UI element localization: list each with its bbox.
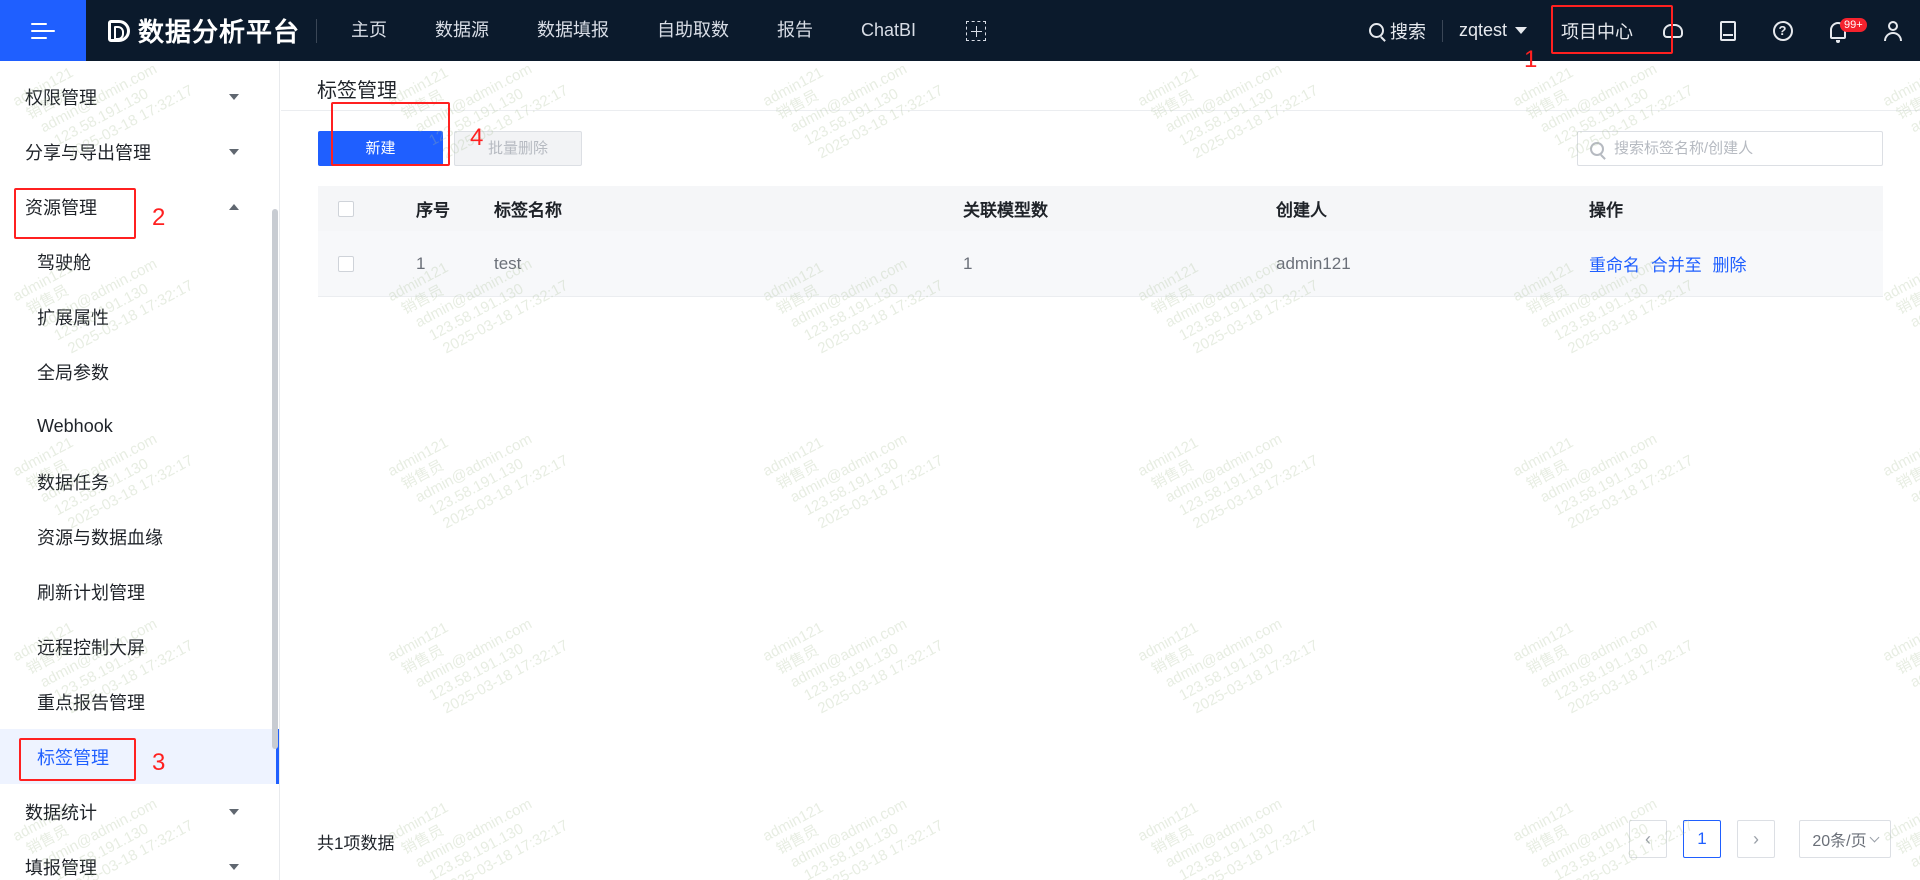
sidebar-item-refresh-plans[interactable]: 刷新计划管理 [0,564,279,619]
pagination: ‹ 1 › 20条/页 [1629,820,1891,858]
notification-button[interactable]: 99+ [1810,0,1867,61]
select-all-checkbox[interactable] [338,200,354,217]
page-title: 标签管理 [317,80,397,102]
total-count: 共1项数据 [317,834,395,853]
row-index: 1 [416,253,426,273]
sidebar-group-label: 填报管理 [25,857,97,878]
hamburger-icon [31,21,55,41]
caret-down-icon [229,148,239,155]
row-select-cell [318,255,416,272]
annotation-number-2: 2 [152,204,166,231]
page-number-button[interactable]: 1 [1683,820,1721,858]
annotation-box-project-center [1551,5,1673,54]
sidebar-item-webhook[interactable]: Webhook [0,399,279,454]
sidebar-item-cockpit[interactable]: 驾驶舱 [0,234,279,289]
next-page-button[interactable]: › [1737,820,1775,858]
sidebar-group-fill-management[interactable]: 填报管理 [0,839,279,880]
sidebar-scrollbar[interactable] [272,209,278,749]
sidebar-item-data-tasks[interactable]: 数据任务 [0,454,279,509]
annotation-number-4: 4 [470,124,484,151]
nav-home[interactable]: 主页 [327,0,411,61]
column-header-name[interactable]: 标签名称 [494,196,963,221]
sidebar-group-share-export[interactable]: 分享与导出管理 [0,124,279,179]
add-tab-icon[interactable] [966,20,987,41]
tag-table: 序号 标签名称 关联模型数 创建人 操作 1 test 1 admin121 重… [318,186,1883,297]
sidebar-group-label: 权限管理 [25,87,97,108]
main-content: 标签管理 新建 批量删除 序号 标签名称 关联模型数 创建人 操作 1 test… [281,61,1920,880]
help-icon: ? [1772,20,1793,41]
row-model-count: 1 [963,253,973,273]
user-icon [1883,20,1902,41]
select-all-cell [318,200,416,217]
help-button[interactable]: ? [1755,0,1810,61]
row-creator: admin121 [1276,253,1351,273]
annotation-box-tag-management [19,738,136,781]
merge-link[interactable]: 合并至 [1651,256,1702,275]
logo-icon [108,19,130,42]
rename-link[interactable]: 重命名 [1589,256,1640,275]
search-icon [1368,23,1384,38]
sidebar-group-label: 分享与导出管理 [25,142,151,163]
row-tag-name: test [494,253,522,273]
column-header-actions: 操作 [1589,201,1623,220]
page-size-select[interactable]: 20条/页 [1799,820,1891,858]
annotation-number-1: 1 [1524,46,1538,73]
book-icon [1719,20,1736,41]
docs-button[interactable] [1700,0,1755,61]
caret-down-icon [229,93,239,100]
sidebar-item-lineage[interactable]: 资源与数据血缘 [0,509,279,564]
logo[interactable]: 数据分析平台 [86,17,327,47]
delete-link[interactable]: 删除 [1712,256,1746,275]
chevron-down-icon [1869,832,1880,842]
tag-search-input[interactable] [1614,140,1874,157]
user-name: zqtest [1458,20,1507,40]
sidebar-item-key-reports[interactable]: 重点报告管理 [0,674,279,729]
page-size-value: 20条/页 [1812,833,1867,850]
profile-button[interactable] [1865,0,1920,61]
column-header-index: 序号 [416,201,450,220]
annotation-box-resources [14,188,136,239]
nav-data-fill[interactable]: 数据填报 [513,0,633,61]
sidebar-group-statistics[interactable]: 数据统计 [0,784,279,839]
sidebar-group-permissions[interactable]: 权限管理 [0,69,279,124]
user-dropdown[interactable]: zqtest [1443,20,1543,41]
sidebar-item-global-params[interactable]: 全局参数 [0,344,279,399]
annotation-number-3: 3 [152,749,166,776]
row-actions: 重命名 合并至 删除 [1589,251,1883,276]
nav-chatbi[interactable]: ChatBI [837,0,940,61]
divider [281,110,1920,111]
sidebar-group-label: 数据统计 [25,802,97,823]
caret-down-icon [229,863,239,870]
sidebar-item-remote-screen[interactable]: 远程控制大屏 [0,619,279,674]
caret-down-icon [1515,27,1527,34]
annotation-box-new-button [331,102,450,166]
nav-self-service[interactable]: 自助取数 [633,0,753,61]
menu-toggle-button[interactable] [0,0,86,61]
column-header-creator[interactable]: 创建人 [1276,196,1589,221]
app-title: 数据分析平台 [138,17,301,47]
global-search-button[interactable]: 搜索 [1368,19,1443,42]
notification-badge: 99+ [1840,18,1867,32]
prev-page-button[interactable]: ‹ [1629,820,1667,858]
tag-search-field[interactable] [1577,131,1883,166]
nav-datasource[interactable]: 数据源 [411,0,513,61]
row-checkbox[interactable] [338,255,354,272]
table-header: 序号 标签名称 关联模型数 创建人 操作 [318,186,1883,231]
table-row: 1 test 1 admin121 重命名 合并至 删除 [318,231,1883,297]
search-icon [1590,141,1604,156]
top-nav: 主页 数据源 数据填报 自助取数 报告 ChatBI [327,0,987,61]
search-label: 搜索 [1389,21,1426,42]
caret-down-icon [229,808,239,815]
nav-report[interactable]: 报告 [753,0,837,61]
sidebar-item-extended-attributes[interactable]: 扩展属性 [0,289,279,344]
caret-up-icon [229,203,239,210]
column-header-model-count[interactable]: 关联模型数 [963,196,1276,221]
